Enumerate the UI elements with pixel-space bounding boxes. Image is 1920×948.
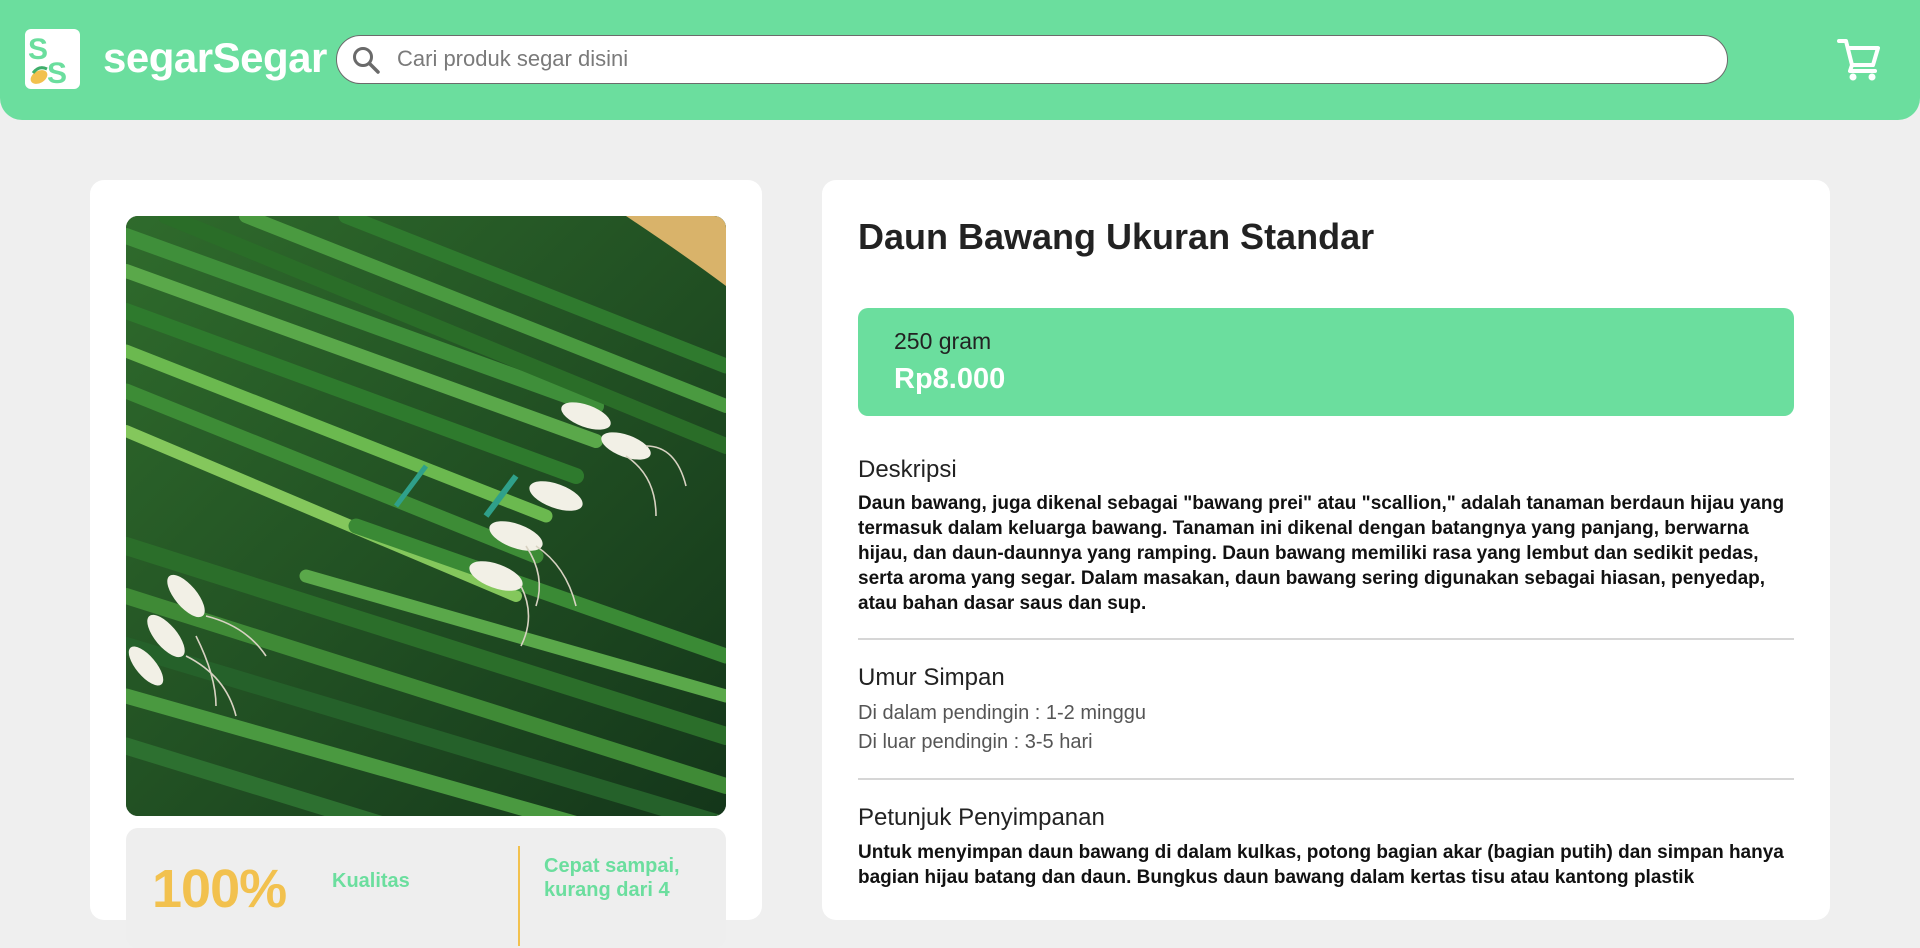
product-stats: 100% Kualitas Cepat sampai, kurang dari … [126, 828, 726, 948]
product-price: Rp8.000 [894, 363, 1006, 395]
delivery-text: Cepat sampai, kurang dari 4 [544, 855, 680, 901]
brand-name[interactable]: segarSegar [103, 34, 327, 82]
cart-icon[interactable] [1835, 35, 1883, 83]
top-header: S S segarSegar [0, 0, 1920, 120]
search-bar [336, 35, 1728, 84]
quality-value: 100% [152, 859, 287, 919]
search-icon[interactable] [351, 45, 381, 75]
product-media-card: 100% Kualitas Cepat sampai, kurang dari … [90, 180, 762, 948]
shelf-life-heading: Umur Simpan [858, 664, 1005, 691]
product-weight: 250 gram [894, 328, 992, 354]
shelf-life-outside: Di luar pendingin : 3-5 hari [858, 731, 1093, 753]
description-heading: Deskripsi [858, 456, 957, 483]
section-divider [858, 778, 1794, 780]
svg-text:S: S [47, 57, 67, 89]
product-image [126, 216, 726, 816]
product-title: Daun Bawang Ukuran Standar [858, 216, 1375, 257]
storage-body: Untuk menyimpan daun bawang di dalam kul… [858, 842, 1784, 888]
section-divider [858, 638, 1794, 640]
segarsegar-logo-icon[interactable]: S S [25, 29, 80, 89]
quality-label: Kualitas [332, 870, 410, 892]
product-detail-card: Daun Bawang Ukuran Standar 250 gram Rp8.… [822, 180, 1830, 920]
price-option[interactable]: 250 gram Rp8.000 [858, 308, 1794, 416]
storage-heading: Petunjuk Penyimpanan [858, 804, 1105, 831]
stats-divider [518, 846, 520, 946]
svg-text:S: S [28, 33, 48, 66]
description-body: Daun bawang, juga dikenal sebagai "bawan… [858, 493, 1785, 614]
search-input[interactable] [397, 42, 1707, 76]
shelf-life-fridge: Di dalam pendingin : 1-2 minggu [858, 702, 1146, 724]
